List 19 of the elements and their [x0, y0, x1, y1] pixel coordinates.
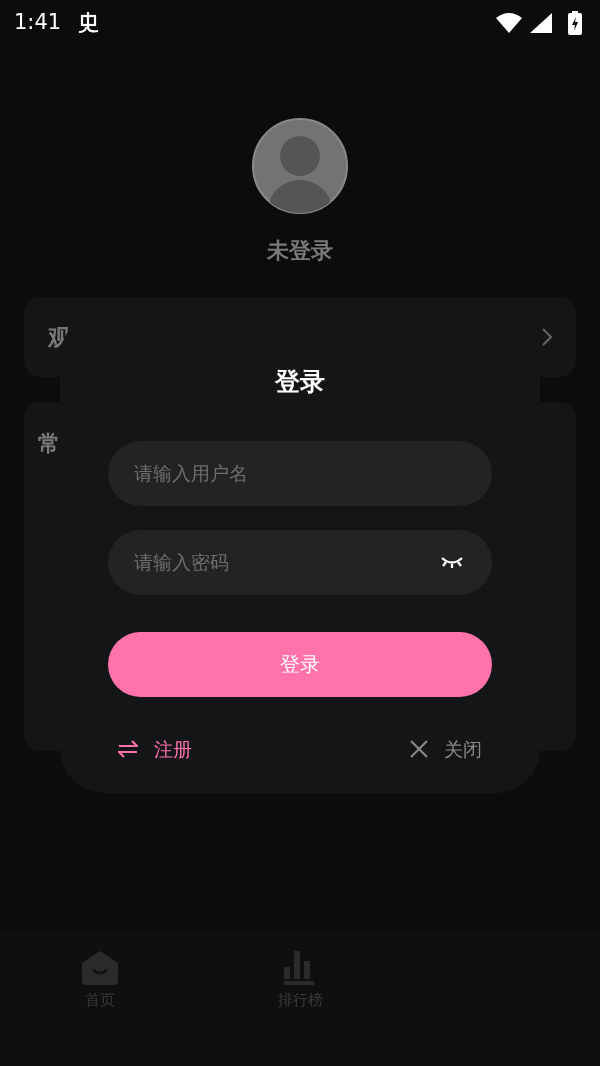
close-link[interactable]: 关闭: [410, 734, 482, 763]
clock-text: 1:41: [14, 9, 62, 37]
battery-icon: [568, 11, 582, 35]
closed-eye-icon[interactable]: [440, 554, 464, 569]
menu-label: 常: [38, 430, 60, 458]
username-field[interactable]: 请输入用户名: [108, 440, 492, 506]
dialog-title: 登录: [273, 366, 326, 398]
swap-icon: [118, 739, 138, 758]
wifi-icon: [496, 13, 522, 33]
username-text: 未登录: [267, 237, 333, 265]
chevron-icon: [542, 328, 552, 346]
signal-icon: [530, 13, 552, 33]
home-icon[interactable]: [82, 951, 118, 985]
chart-icon[interactable]: [284, 951, 316, 985]
register-link[interactable]: 注册: [118, 734, 192, 763]
avatar-icon: [252, 118, 348, 214]
password-field[interactable]: 请输入密码: [108, 529, 492, 595]
close-icon: [410, 739, 428, 758]
login-button[interactable]: 登录: [108, 631, 492, 697]
